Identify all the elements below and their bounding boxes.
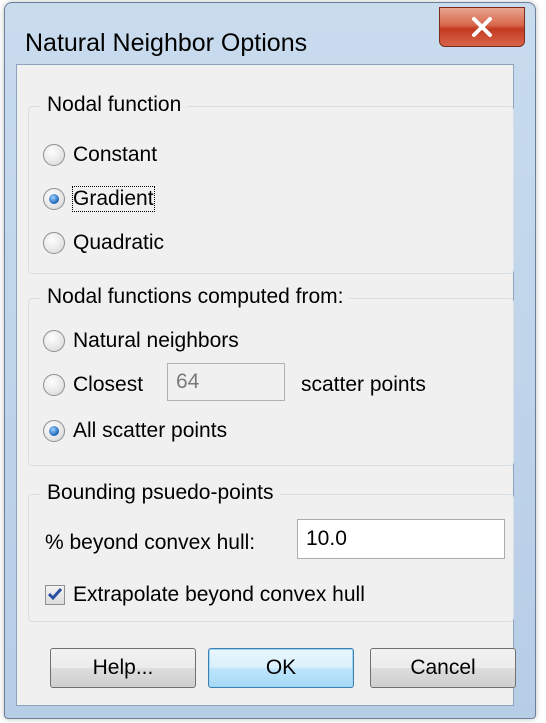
radio-constant[interactable]: Constant (43, 143, 157, 167)
check-icon (47, 583, 63, 607)
extrapolate-checkbox-row[interactable]: Extrapolate beyond convex hull (45, 583, 365, 607)
extrapolate-checkbox-label: Extrapolate beyond convex hull (73, 583, 365, 606)
extrapolate-checkbox[interactable] (45, 585, 65, 605)
ok-button[interactable]: OK (208, 648, 354, 688)
radio-all-scatter-points[interactable]: All scatter points (43, 419, 227, 443)
radio-natural-neighbors-button[interactable] (43, 330, 65, 352)
computed-from-group-title: Nodal functions computed from: (41, 285, 350, 309)
radio-gradient[interactable]: Gradient (43, 186, 155, 212)
hull-percent-input[interactable] (297, 519, 505, 559)
close-icon (469, 16, 495, 38)
nodal-function-group-title: Nodal function (41, 93, 188, 117)
close-button[interactable] (439, 7, 525, 47)
radio-closest-button[interactable] (43, 374, 65, 396)
bounding-group-title: Bounding psuedo-points (41, 481, 280, 505)
nodal-function-group: Nodal function Constant Gradient Quadrat… (28, 93, 514, 274)
radio-quadratic-button[interactable] (43, 232, 65, 254)
radio-natural-neighbors-label: Natural neighbors (73, 329, 239, 352)
computed-from-group: Nodal functions computed from: Natural n… (28, 285, 514, 466)
help-button[interactable]: Help... (50, 648, 196, 688)
radio-all-scatter-points-button[interactable] (43, 420, 65, 442)
radio-selected-dot (49, 426, 59, 436)
radio-constant-button[interactable] (43, 144, 65, 166)
radio-closest-label: Closest (73, 373, 144, 396)
radio-selected-dot (49, 194, 59, 204)
radio-quadratic-label: Quadratic (73, 231, 165, 254)
closest-suffix-label: scatter points (301, 373, 426, 396)
radio-gradient-label: Gradient (72, 186, 155, 212)
bounding-group: Bounding psuedo-points % beyond convex h… (28, 481, 514, 622)
window-title: Natural Neighbor Options (25, 29, 308, 57)
title-bar[interactable]: Natural Neighbor Options (5, 3, 535, 65)
radio-closest[interactable]: Closest (43, 373, 143, 397)
radio-gradient-button[interactable] (43, 188, 65, 210)
radio-all-scatter-points-label: All scatter points (73, 419, 228, 442)
closest-count-input[interactable] (167, 363, 285, 401)
radio-quadratic[interactable]: Quadratic (43, 231, 164, 255)
cancel-button[interactable]: Cancel (370, 648, 516, 688)
radio-natural-neighbors[interactable]: Natural neighbors (43, 329, 239, 353)
radio-constant-label: Constant (73, 143, 158, 166)
hull-percent-label: % beyond convex hull: (45, 531, 256, 554)
